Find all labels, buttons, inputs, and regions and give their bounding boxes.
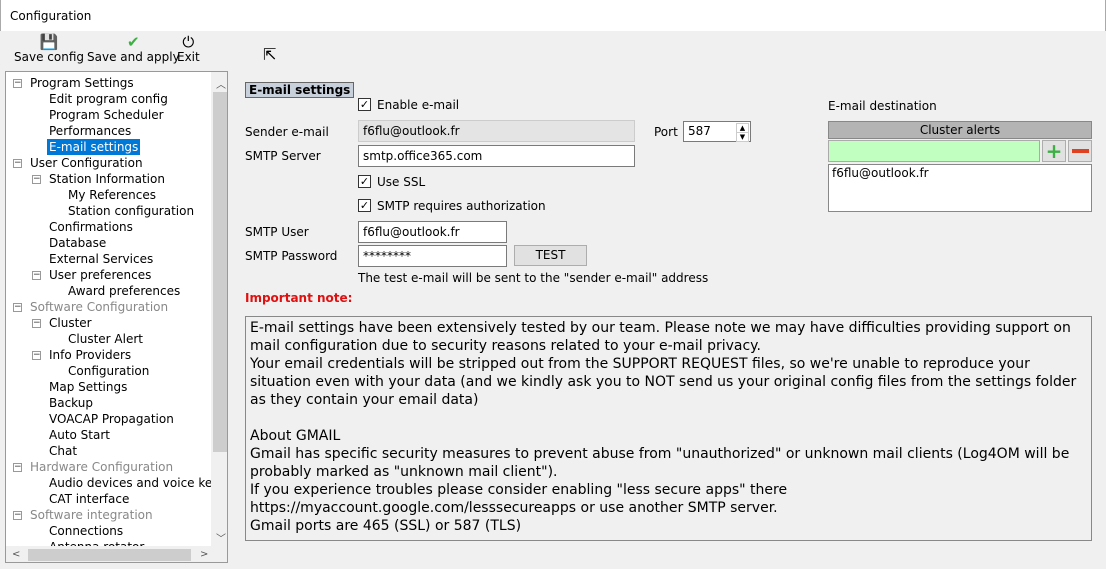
tree-item[interactable]: Confirmations [49, 219, 133, 235]
tree-item[interactable]: Program Scheduler [49, 107, 164, 123]
test-hint: The test e-mail will be sent to the "sen… [358, 271, 709, 285]
test-button[interactable]: TEST [514, 245, 587, 266]
tree-item[interactable]: Info Providers [49, 347, 131, 363]
minus-icon [1071, 149, 1089, 153]
add-destination-button[interactable]: + [1042, 140, 1066, 162]
save-config-button[interactable]: 💾 Save config [14, 34, 84, 64]
save-and-apply-button[interactable]: ✔ Save and apply [87, 34, 180, 64]
floppy-icon: 💾 [39, 33, 59, 51]
exit-button[interactable]: ⏻ Exit [177, 34, 200, 64]
plus-icon: + [1045, 139, 1063, 163]
tree-item[interactable]: Audio devices and voice keyer [49, 475, 227, 491]
collapse-icon[interactable]: − [13, 79, 22, 88]
important-note-label: Important note: [245, 291, 353, 305]
tree-item[interactable]: Database [49, 235, 106, 251]
sender-email-field[interactable]: f6flu@outlook.fr [358, 120, 635, 142]
port-value: 587 [688, 124, 711, 138]
sender-email-label: Sender e-mail [245, 125, 329, 139]
tree-item[interactable]: Map Settings [49, 379, 127, 395]
destination-item[interactable]: f6flu@outlook.fr [832, 166, 1088, 180]
smtp-user-label: SMTP User [245, 225, 309, 239]
smtp-password-label: SMTP Password [245, 249, 338, 263]
horizontal-scroll-thumb[interactable] [28, 549, 191, 561]
smtp-server-field[interactable]: smtp.office365.com [358, 145, 635, 167]
cluster-alerts-header: Cluster alerts [828, 121, 1092, 139]
tree-item[interactable]: External Services [49, 251, 153, 267]
tree-item[interactable]: Chat [49, 443, 77, 459]
tree-item[interactable]: Award preferences [68, 283, 180, 299]
tree-item[interactable]: Cluster [49, 315, 92, 331]
enable-email-checkbox[interactable]: ✓ [358, 98, 371, 111]
collapse-icon[interactable]: − [32, 175, 41, 184]
smtp-password-field[interactable]: ******** [358, 245, 507, 267]
tree-item[interactable]: Edit program config [49, 91, 168, 107]
tree-item[interactable]: Software integration [30, 507, 153, 523]
mouse-cursor-icon: ⇱ [263, 45, 277, 64]
tree-item[interactable]: Auto Start [49, 427, 110, 443]
smtp-user-field[interactable]: f6flu@outlook.fr [358, 221, 507, 243]
note-paragraph [250, 409, 1087, 427]
note-paragraph: Your email credentials will be stripped … [250, 356, 1077, 408]
scroll-up-icon[interactable]: ︿ [216, 76, 226, 91]
tree-item[interactable]: Hardware Configuration [30, 459, 173, 475]
checkmark-icon: ✔ [127, 33, 140, 51]
tree-item[interactable]: VOACAP Propagation [49, 411, 174, 427]
collapse-icon[interactable]: − [13, 159, 22, 168]
section-title: E-mail settings [245, 82, 355, 98]
collapse-icon[interactable]: − [13, 463, 22, 472]
window-title: Configuration [10, 9, 92, 23]
note-paragraph: About GMAIL [250, 428, 341, 444]
tree-item[interactable]: Station configuration [68, 203, 194, 219]
collapse-icon[interactable]: − [32, 319, 41, 328]
tree-item[interactable]: E-mail settings [47, 139, 141, 155]
tree-item[interactable]: Program Settings [30, 75, 134, 91]
tree-item[interactable]: Software Configuration [30, 299, 168, 315]
collapse-icon[interactable]: − [32, 351, 41, 360]
note-paragraph: E-mail settings have been extensively te… [250, 320, 1071, 354]
note-paragraph: If you experience troubles please consid… [250, 482, 788, 516]
tree-item[interactable]: Connections [49, 523, 123, 539]
use-ssl-label: Use SSL [377, 175, 426, 189]
note-paragraph: Gmail has specific security measures to … [250, 446, 1070, 480]
scroll-right-icon[interactable]: > [200, 549, 208, 560]
tree-item[interactable]: CAT interface [49, 491, 129, 507]
settings-tree[interactable]: − Program Settings Edit program config Prog… [5, 71, 228, 563]
smtp-auth-checkbox[interactable]: ✓ [358, 199, 371, 212]
smtp-auth-label: SMTP requires authorization [377, 199, 546, 213]
email-destination-label: E-mail destination [828, 99, 937, 113]
spin-down-icon[interactable]: ▼ [736, 132, 749, 142]
remove-destination-button[interactable] [1068, 140, 1092, 162]
tree-item[interactable]: Performances [49, 123, 131, 139]
scroll-left-icon[interactable]: < [12, 549, 20, 560]
port-label: Port [654, 125, 678, 139]
collapse-icon[interactable]: − [13, 511, 22, 520]
port-spinner[interactable]: 587 ▲ ▼ [683, 121, 751, 142]
tree-item[interactable]: Station Information [49, 171, 165, 187]
power-icon: ⏻ [182, 33, 195, 51]
destination-input[interactable] [828, 140, 1040, 162]
collapse-icon[interactable]: − [32, 271, 41, 280]
tree-item[interactable]: Configuration [68, 363, 149, 379]
smtp-server-label: SMTP Server [245, 149, 321, 163]
tree-item[interactable]: User Configuration [30, 155, 143, 171]
tree-item[interactable]: Backup [49, 395, 93, 411]
destination-list[interactable]: f6flu@outlook.fr [828, 164, 1092, 212]
important-note-text: E-mail settings have been extensively te… [245, 316, 1092, 541]
tree-item[interactable]: User preferences [49, 267, 151, 283]
title-bar: Configuration [0, 0, 1106, 31]
enable-email-label: Enable e-mail [377, 98, 460, 112]
tree-item[interactable]: My References [68, 187, 156, 203]
vertical-scroll-thumb[interactable] [213, 92, 227, 452]
note-paragraph: Gmail ports are 465 (SSL) or 587 (TLS) [250, 518, 522, 534]
use-ssl-checkbox[interactable]: ✓ [358, 175, 371, 188]
collapse-icon[interactable]: − [13, 303, 22, 312]
tree-item[interactable]: Cluster Alert [68, 331, 143, 347]
scroll-down-icon[interactable]: ﹀ [216, 530, 226, 545]
